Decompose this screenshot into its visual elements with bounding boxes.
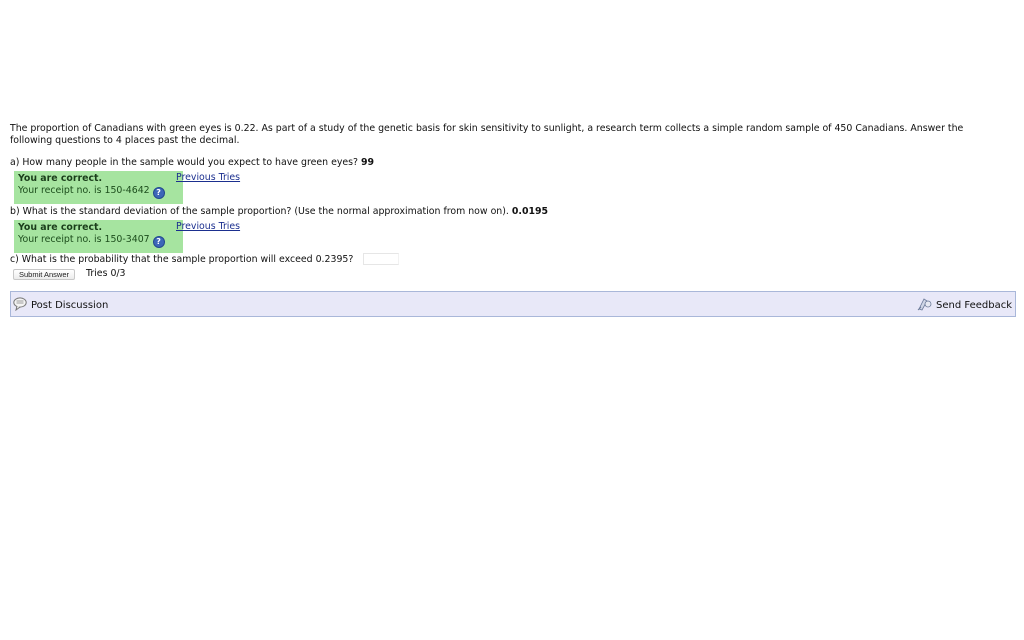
- question-c: c) What is the probability that the samp…: [10, 253, 1016, 267]
- submit-answer-button[interactable]: Submit Answer: [13, 269, 76, 280]
- post-discussion-label: Post Discussion: [31, 300, 109, 311]
- answer-b: 0.0195: [511, 206, 549, 217]
- question-a: a) How many people in the sample would y…: [10, 157, 1016, 169]
- question-b-text: b) What is the standard deviation of the…: [10, 206, 509, 217]
- receipt-b: Your receipt no. is 150-3407?: [18, 234, 183, 248]
- result-a: You are correct. Your receipt no. is 150…: [10, 171, 1016, 206]
- problem-intro: The proportion of Canadians with green e…: [10, 123, 964, 146]
- post-discussion-link[interactable]: Post Discussion: [13, 297, 108, 313]
- correct-title-a: You are correct.: [18, 173, 103, 184]
- question-c-text: c) What is the probability that the samp…: [10, 254, 354, 265]
- result-b: You are correct. Your receipt no. is 150…: [10, 220, 1016, 255]
- previous-tries-link-b[interactable]: Previous Tries: [176, 221, 240, 233]
- send-feedback-label: Send Feedback: [936, 300, 1012, 311]
- answer-c-input[interactable]: [363, 253, 399, 265]
- previous-tries-link-a[interactable]: Previous Tries: [176, 172, 240, 184]
- correct-box-a: You are correct. Your receipt no. is 150…: [14, 171, 183, 204]
- send-feedback-link[interactable]: Send Feedback: [917, 297, 1012, 313]
- correct-title-b: You are correct.: [18, 222, 103, 233]
- correct-box-b: You are correct. Your receipt no. is 150…: [14, 220, 183, 253]
- discussion-bar: Post Discussion Send Feedback: [10, 291, 1016, 317]
- question-a-text: a) How many people in the sample would y…: [10, 157, 359, 168]
- answer-a: 99: [361, 157, 375, 168]
- help-icon[interactable]: ?: [152, 187, 165, 199]
- feedback-icon: [917, 298, 932, 311]
- receipt-b-text: Your receipt no. is 150-3407: [18, 234, 150, 245]
- tries-counter: Tries 0/3: [86, 268, 126, 279]
- receipt-a: Your receipt no. is 150-4642?: [18, 185, 183, 199]
- help-icon[interactable]: ?: [152, 236, 165, 248]
- submit-row: Submit Answer Tries 0/3: [10, 267, 1016, 283]
- receipt-a-text: Your receipt no. is 150-4642: [18, 185, 150, 196]
- question-b: b) What is the standard deviation of the…: [10, 206, 1016, 218]
- discussion-icon: [13, 297, 27, 311]
- problem-container: The proportion of Canadians with green e…: [10, 123, 1016, 317]
